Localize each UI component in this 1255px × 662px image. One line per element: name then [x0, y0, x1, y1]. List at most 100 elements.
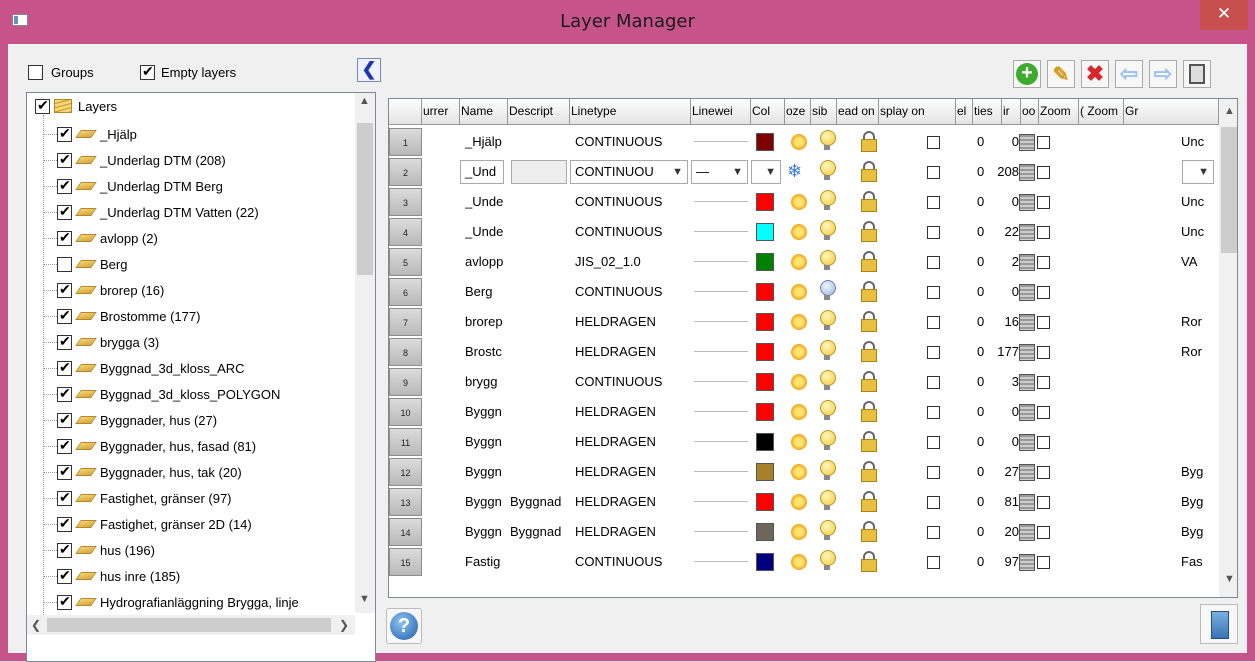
add-layer-button[interactable]: + — [1013, 60, 1041, 88]
tree-layer-node[interactable]: Fastighet, gränser (97) — [57, 485, 232, 511]
layer-description[interactable] — [510, 217, 570, 247]
layer-group[interactable]: Unc — [1181, 127, 1217, 157]
layer-group[interactable]: Unc — [1181, 217, 1217, 247]
tree-horizontal-scrollbar[interactable]: ❮ ❯ — [27, 615, 355, 635]
close-button[interactable]: ✕ — [1200, 0, 1248, 30]
lightbulb-icon[interactable] — [820, 550, 836, 572]
layer-visibility-checkbox[interactable] — [57, 256, 72, 272]
lightbulb-icon[interactable] — [820, 430, 836, 452]
row-number[interactable]: 9 — [389, 368, 422, 396]
table-row[interactable]: 13 Byggn Byggnad HELDRAGEN Byg 0 81 — [389, 487, 1219, 517]
layer-description[interactable] — [510, 427, 570, 457]
layer-visibility-checkbox[interactable] — [57, 333, 72, 350]
layer-linetype[interactable]: HELDRAGEN — [575, 427, 687, 457]
layer-description[interactable] — [510, 307, 570, 337]
tree-layer-node[interactable]: Brostomme (177) — [57, 303, 200, 329]
tree-layer-node[interactable]: _Underlag DTM Vatten (22) — [57, 199, 259, 225]
lightbulb-icon[interactable] — [820, 400, 836, 422]
tree-layer-node[interactable]: Byggnad_3d_kloss_POLYGON — [57, 381, 280, 407]
lightbulb-icon[interactable] — [820, 130, 836, 152]
layer-linetype[interactable]: HELDRAGEN — [575, 517, 687, 547]
table-row[interactable]: 10 Byggn HELDRAGEN 0 0 — [389, 397, 1219, 427]
layer-name[interactable]: Byggn — [465, 487, 509, 517]
row-number[interactable]: 6 — [389, 278, 422, 306]
layer-group[interactable]: Byg — [1181, 487, 1217, 517]
plot-icon[interactable] — [1019, 434, 1035, 451]
color-swatch[interactable] — [756, 373, 774, 391]
layer-visibility-checkbox[interactable] — [57, 229, 72, 246]
lock-icon[interactable] — [861, 461, 877, 482]
layer-group[interactable]: Ror — [1181, 307, 1217, 337]
previous-button[interactable]: ⇦ — [1115, 60, 1143, 88]
lineweight-dropdown[interactable]: — ▼ — [691, 160, 748, 184]
layer-name[interactable]: Fastig — [465, 547, 509, 577]
table-row[interactable]: 8 Brostc HELDRAGEN Ror 0 177 — [389, 337, 1219, 367]
group-dropdown[interactable]: ▼ — [1182, 160, 1214, 184]
layer-visibility-checkbox[interactable] — [57, 307, 72, 324]
scroll-thumb[interactable] — [47, 618, 331, 632]
lock-icon[interactable] — [861, 521, 877, 542]
lock-icon[interactable] — [861, 221, 877, 242]
layer-name[interactable]: brorep — [465, 307, 509, 337]
lightbulb-icon[interactable] — [820, 310, 836, 332]
lock-icon[interactable] — [861, 191, 877, 212]
column-header[interactable]: el — [956, 99, 973, 125]
zoom-checkbox[interactable] — [1037, 136, 1050, 149]
column-header[interactable]: Linewei — [691, 99, 751, 125]
display-checkbox[interactable] — [927, 556, 940, 569]
close-panel-button[interactable] — [1183, 60, 1211, 88]
sun-icon[interactable] — [791, 464, 807, 480]
zoom-checkbox[interactable] — [1037, 556, 1050, 569]
plot-icon[interactable] — [1019, 344, 1035, 361]
zoom-checkbox[interactable] — [1037, 166, 1050, 179]
sun-icon[interactable] — [791, 404, 807, 420]
lightbulb-icon[interactable] — [820, 460, 836, 482]
tree-vertical-scrollbar[interactable]: ▲ ▼ — [355, 93, 375, 613]
layer-name[interactable]: Berg — [465, 277, 509, 307]
zoom-checkbox[interactable] — [1037, 256, 1050, 269]
scroll-left-icon[interactable]: ❮ — [31, 618, 41, 632]
empty-layers-option[interactable]: Empty layers — [140, 62, 236, 82]
scroll-thumb[interactable] — [1221, 127, 1237, 253]
layer-group[interactable]: VA — [1181, 247, 1217, 277]
zoom-checkbox[interactable] — [1037, 436, 1050, 449]
tree-layer-node[interactable]: Hydrografianläggning Brygga, linje — [57, 589, 299, 615]
sun-icon[interactable] — [791, 374, 807, 390]
zoom-checkbox[interactable] — [1037, 406, 1050, 419]
layer-linetype[interactable]: HELDRAGEN — [575, 487, 687, 517]
row-number[interactable]: 12 — [389, 458, 422, 486]
name-edit-field[interactable]: _Und — [460, 160, 504, 184]
table-row[interactable]: 7 brorep HELDRAGEN Ror 0 16 — [389, 307, 1219, 337]
lock-icon[interactable] — [861, 251, 877, 272]
zoom-checkbox[interactable] — [1037, 196, 1050, 209]
layer-description[interactable] — [510, 367, 570, 397]
zoom-checkbox[interactable] — [1037, 376, 1050, 389]
next-button[interactable]: ⇨ — [1149, 60, 1177, 88]
column-header[interactable]: ( Zoom — [1079, 99, 1124, 125]
color-swatch[interactable] — [756, 223, 774, 241]
lightbulb-icon[interactable] — [820, 250, 836, 272]
tree-layer-node[interactable]: hus inre (185) — [57, 563, 180, 589]
row-number[interactable]: 11 — [389, 428, 422, 456]
layer-name[interactable]: _Unde — [465, 217, 509, 247]
layer-name[interactable]: avlopp — [465, 247, 509, 277]
lightbulb-icon[interactable] — [820, 370, 836, 392]
table-row[interactable]: 11 Byggn HELDRAGEN 0 0 — [389, 427, 1219, 457]
layer-description[interactable]: Byggnad — [510, 487, 570, 517]
plot-icon[interactable] — [1019, 524, 1035, 541]
row-number[interactable]: 14 — [389, 518, 422, 546]
zoom-checkbox[interactable] — [1037, 286, 1050, 299]
layer-description[interactable] — [510, 397, 570, 427]
layer-visibility-checkbox[interactable] — [57, 385, 72, 402]
lock-icon[interactable] — [861, 551, 877, 572]
zoom-checkbox[interactable] — [1037, 346, 1050, 359]
lightbulb-icon[interactable] — [820, 190, 836, 212]
plot-icon[interactable] — [1019, 494, 1035, 511]
plot-icon[interactable] — [1019, 314, 1035, 331]
layer-name[interactable]: brygg — [465, 367, 509, 397]
exit-button[interactable] — [1200, 604, 1238, 644]
column-header[interactable]: urrer — [422, 99, 460, 125]
display-checkbox[interactable] — [927, 226, 940, 239]
display-checkbox[interactable] — [927, 466, 940, 479]
layer-linetype[interactable]: HELDRAGEN — [575, 397, 687, 427]
